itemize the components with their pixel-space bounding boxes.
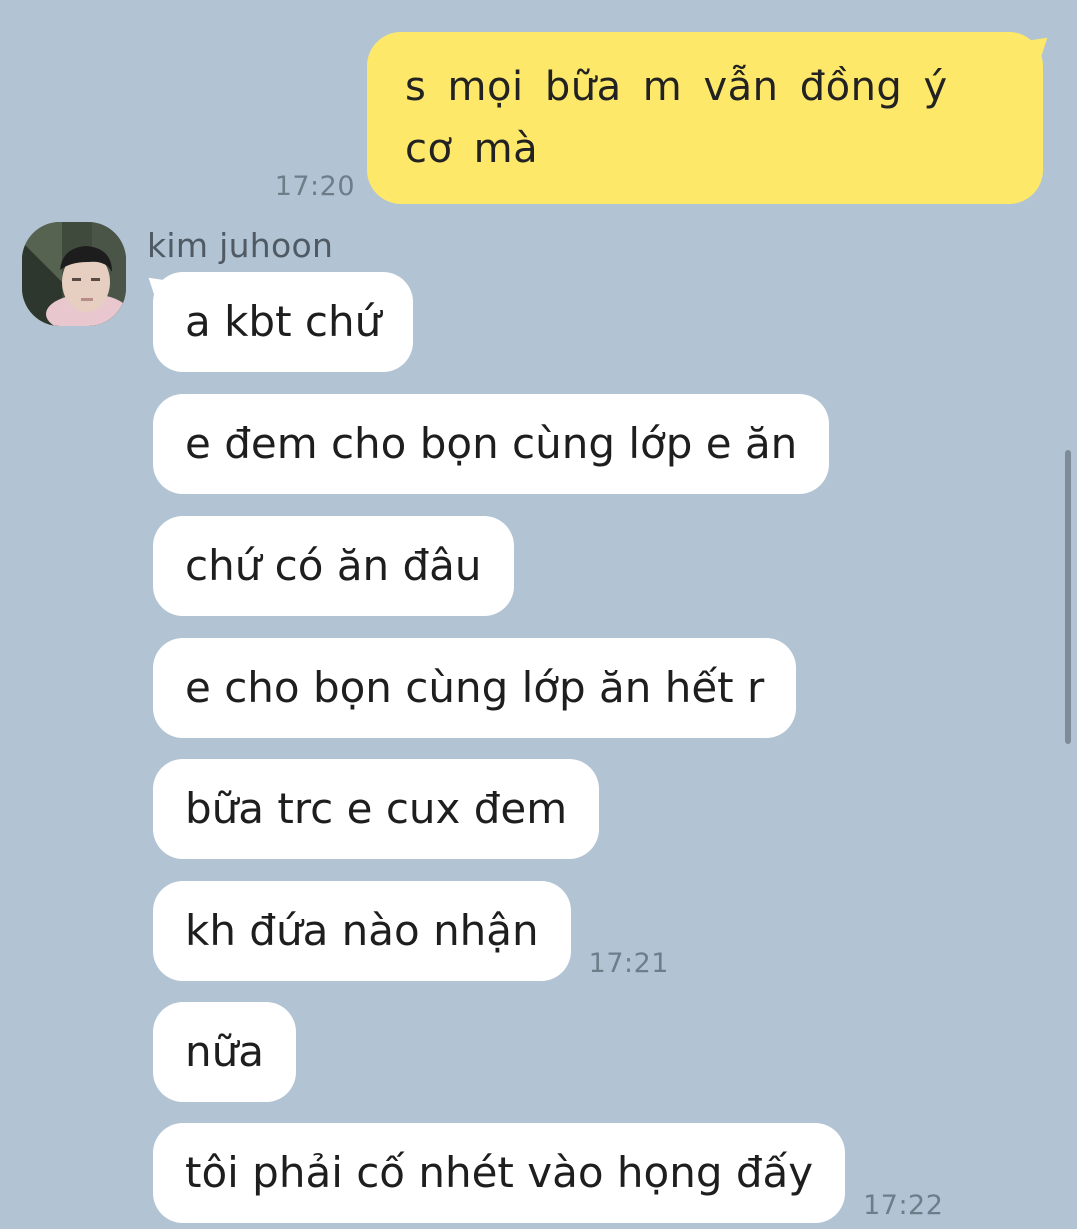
avatar-photo [22, 222, 126, 326]
incoming-message-bubble[interactable]: e cho bọn cùng lớp ăn hết r [153, 638, 797, 738]
sender-avatar[interactable] [22, 222, 126, 326]
incoming-message-row: nữa [153, 1002, 296, 1102]
incoming-message-bubble[interactable]: e đem cho bọn cùng lớp e ăn [153, 394, 830, 494]
message-time: 17:20 [274, 171, 355, 202]
incoming-message-row: e cho bọn cùng lớp ăn hết r [153, 638, 797, 738]
incoming-message-bubble[interactable]: tôi phải cố nhét vào họng đấy [153, 1123, 846, 1223]
outgoing-message-bubble[interactable]: s mọi bữa m vẫn đồng ý cơ mà [367, 32, 1043, 204]
incoming-message-bubble[interactable]: kh đứa nào nhận [153, 881, 571, 981]
sender-name: kim juhoon [147, 226, 334, 265]
incoming-message-row: a kbt chứ [153, 272, 414, 372]
incoming-message-row: bữa trc e cux đem [153, 759, 600, 859]
incoming-message-bubble[interactable]: chứ có ăn đâu [153, 516, 514, 616]
incoming-message-bubble[interactable]: a kbt chứ [153, 272, 414, 372]
message-time: 17:21 [588, 948, 669, 979]
incoming-message-row: kh đứa nào nhận 17:21 [153, 881, 669, 981]
incoming-message-bubble[interactable]: bữa trc e cux đem [153, 759, 600, 859]
incoming-message-row: chứ có ăn đâu [153, 516, 514, 616]
chat-area[interactable]: 17:20 s mọi bữa m vẫn đồng ý cơ mà kim j… [0, 0, 1077, 1229]
outgoing-message-row: 17:20 s mọi bữa m vẫn đồng ý cơ mà [275, 32, 1043, 204]
message-time: 17:22 [863, 1190, 944, 1221]
incoming-message-row: e đem cho bọn cùng lớp e ăn [153, 394, 830, 494]
incoming-message-bubble[interactable]: nữa [153, 1002, 296, 1102]
incoming-message-row: tôi phải cố nhét vào họng đấy 17:22 [153, 1123, 943, 1223]
scrollbar[interactable] [1065, 450, 1071, 744]
